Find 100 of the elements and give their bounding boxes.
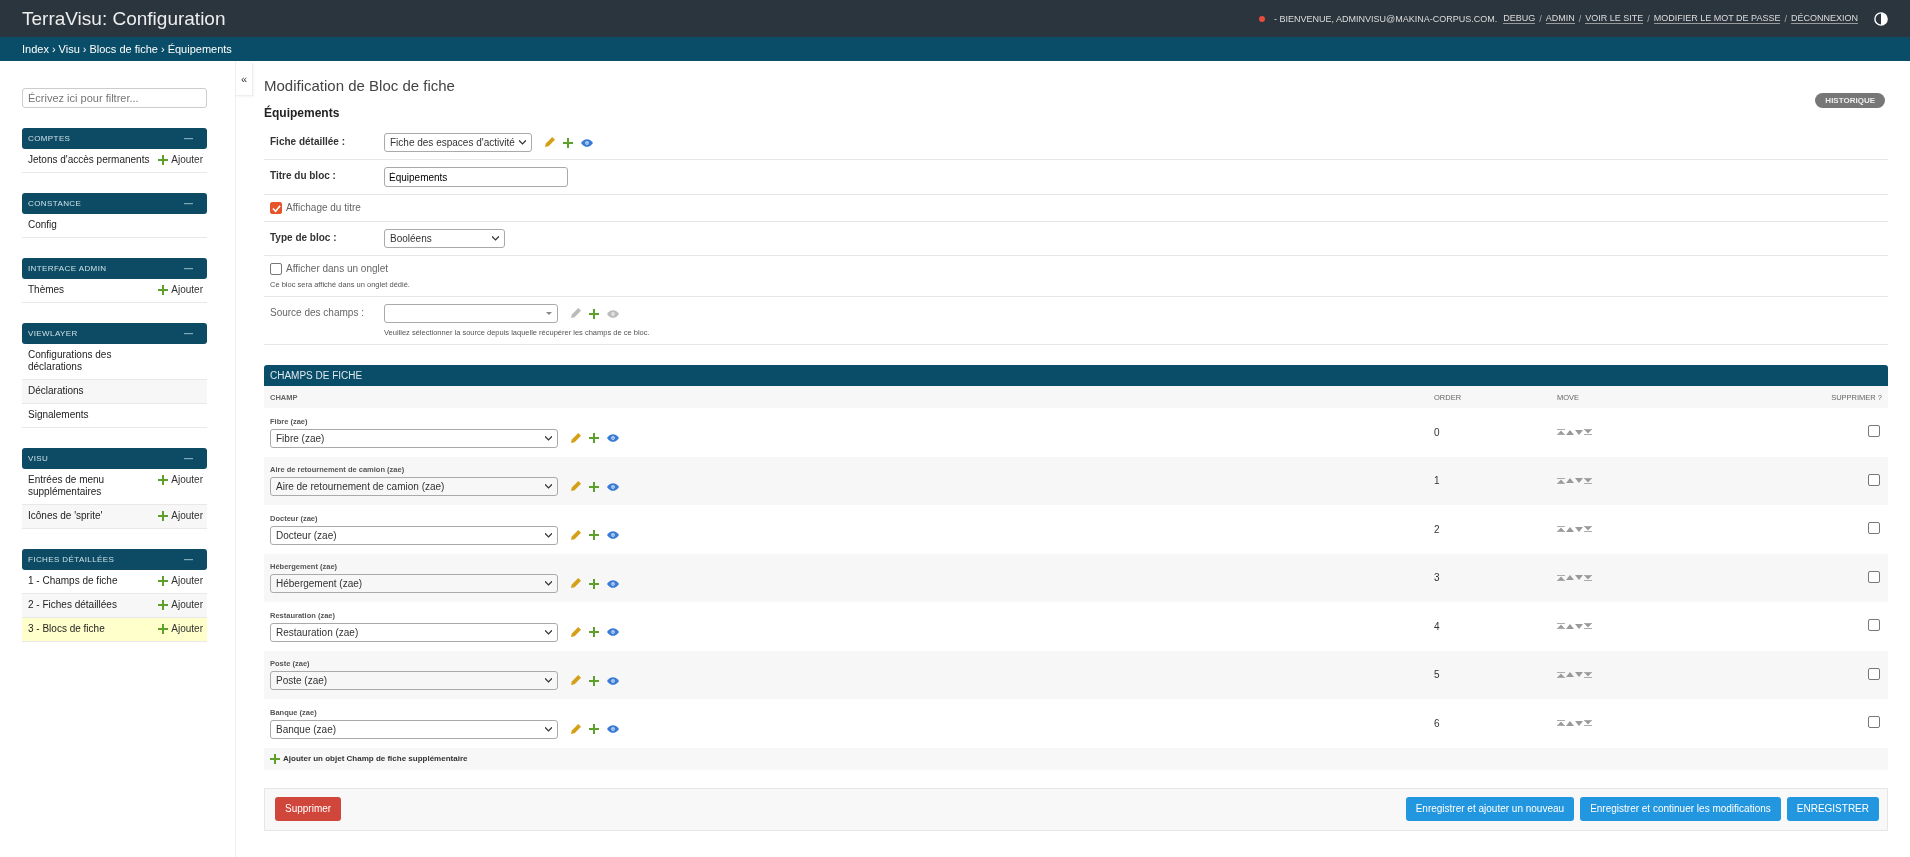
plus-icon[interactable] [589,675,599,686]
breadcrumb-link[interactable]: Index [22,43,49,55]
triangle-down-icon[interactable] [1575,575,1583,581]
select-field[interactable]: Banque (zae) [270,719,558,739]
pencil-icon[interactable] [570,675,581,687]
add-link[interactable]: Ajouter [158,599,203,610]
minus-icon[interactable] [184,202,193,205]
checkbox[interactable] [270,263,282,275]
minus-icon[interactable] [184,457,193,460]
pencil-icon[interactable] [570,723,581,735]
filter-field[interactable]: Écrivez ici pour filtrer... [22,88,207,108]
breadcrumb-link[interactable]: Visu [58,43,80,55]
add-link[interactable]: Ajouter [158,510,203,521]
minus-icon[interactable] [184,137,193,140]
delete-checkbox[interactable] [1868,716,1880,729]
move-first-icon[interactable] [1557,574,1565,581]
plus-icon[interactable] [589,481,599,492]
pencil-icon[interactable] [570,481,581,493]
delete-button[interactable]: Supprimer [275,796,342,821]
eye-icon[interactable] [607,579,619,588]
sidebar-item[interactable]: Déclarations [22,380,207,404]
triangle-up-icon[interactable] [1566,672,1574,678]
minus-icon[interactable] [184,267,193,270]
eye-icon[interactable] [607,434,619,443]
move-last-icon[interactable] [1584,477,1592,484]
add-link[interactable]: Ajouter [158,575,203,586]
plus-icon[interactable] [589,627,599,638]
eye-icon[interactable] [607,482,619,491]
breadcrumb-link[interactable]: Blocs de fiche [89,43,158,55]
select-field[interactable]: Restauration (zae) [270,622,558,642]
plus-icon[interactable] [589,530,599,541]
sidebar-item[interactable]: Jetons d'accès permanents Ajouter [22,149,207,173]
move-last-icon[interactable] [1584,671,1592,678]
module-header[interactable]: COMPTES [22,128,207,149]
plus-icon[interactable] [589,578,599,589]
sidebar-item[interactable]: Icônes de 'sprite' Ajouter [22,505,207,529]
pencil-icon[interactable] [570,432,581,444]
pencil-icon[interactable] [570,626,581,638]
triangle-up-icon[interactable] [1566,429,1574,435]
delete-checkbox[interactable] [1868,425,1880,438]
header-link[interactable]: MODIFIER LE MOT DE PASSE [1653,13,1781,24]
minus-icon[interactable] [184,332,193,335]
triangle-up-icon[interactable] [1566,623,1574,629]
eye-icon[interactable] [580,138,593,147]
module-header[interactable]: CONSTANCE [22,193,207,214]
select-field[interactable] [384,304,558,323]
plus-icon[interactable] [562,137,573,148]
move-last-icon[interactable] [1584,526,1592,533]
eye-icon[interactable] [607,531,619,540]
move-first-icon[interactable] [1557,671,1565,678]
header-link[interactable]: VOIR LE SITE [1585,13,1644,24]
triangle-up-icon[interactable] [1566,720,1574,726]
select-field[interactable]: Fibre (zae) [270,428,558,448]
sidebar-item[interactable]: Config [22,214,207,238]
module-header[interactable]: INTERFACE ADMIN [22,258,207,279]
select-field[interactable]: Aire de retournement de camion (zae) [270,477,558,497]
select-field[interactable]: Booléens [384,229,505,248]
module-header[interactable]: VIEWLAYER [22,323,207,344]
delete-checkbox[interactable] [1868,570,1880,583]
plus-icon[interactable] [589,433,599,444]
select-field[interactable]: Docteur (zae) [270,525,558,545]
module-header[interactable]: VISU [22,448,207,469]
triangle-down-icon[interactable] [1575,672,1583,678]
triangle-down-icon[interactable] [1575,478,1583,484]
move-last-icon[interactable] [1584,429,1592,436]
triangle-down-icon[interactable] [1575,720,1583,726]
move-last-icon[interactable] [1584,720,1592,727]
delete-checkbox[interactable] [1868,522,1880,535]
triangle-down-icon[interactable] [1575,429,1583,435]
triangle-up-icon[interactable] [1566,526,1574,532]
add-link[interactable]: Ajouter [158,474,203,485]
collapse-sidebar-button[interactable]: « [236,63,253,96]
header-link[interactable]: ADMIN [1545,13,1575,24]
move-first-icon[interactable] [1557,429,1565,436]
history-button[interactable]: HISTORIQUE [1815,93,1885,108]
triangle-down-icon[interactable] [1575,526,1583,532]
select-field[interactable]: Poste (zae) [270,671,558,691]
move-first-icon[interactable] [1557,526,1565,533]
sidebar-item[interactable]: 3 - Blocs de fiche Ajouter [22,618,207,642]
plus-icon[interactable] [589,724,599,735]
delete-checkbox[interactable] [1868,619,1880,632]
eye-icon[interactable] [607,628,619,637]
triangle-down-icon[interactable] [1575,623,1583,629]
contrast-icon[interactable] [1874,11,1888,26]
pencil-icon[interactable] [570,578,581,590]
select-field[interactable]: Fiche des espaces d'activité [384,133,532,152]
eye-icon[interactable] [607,725,619,734]
sidebar-item[interactable]: Signalements [22,404,207,428]
sidebar-item[interactable]: Thèmes Ajouter [22,279,207,303]
text-field[interactable]: Équipements [384,167,568,187]
move-last-icon[interactable] [1584,574,1592,581]
minus-icon[interactable] [184,558,193,561]
delete-checkbox[interactable] [1868,473,1880,486]
move-first-icon[interactable] [1557,720,1565,727]
move-first-icon[interactable] [1557,623,1565,630]
pencil-icon[interactable] [543,137,555,148]
sidebar-item[interactable]: 2 - Fiches détaillées Ajouter [22,594,207,618]
eye-icon[interactable] [607,676,619,685]
add-link[interactable]: Ajouter [158,284,203,295]
triangle-up-icon[interactable] [1566,478,1574,484]
